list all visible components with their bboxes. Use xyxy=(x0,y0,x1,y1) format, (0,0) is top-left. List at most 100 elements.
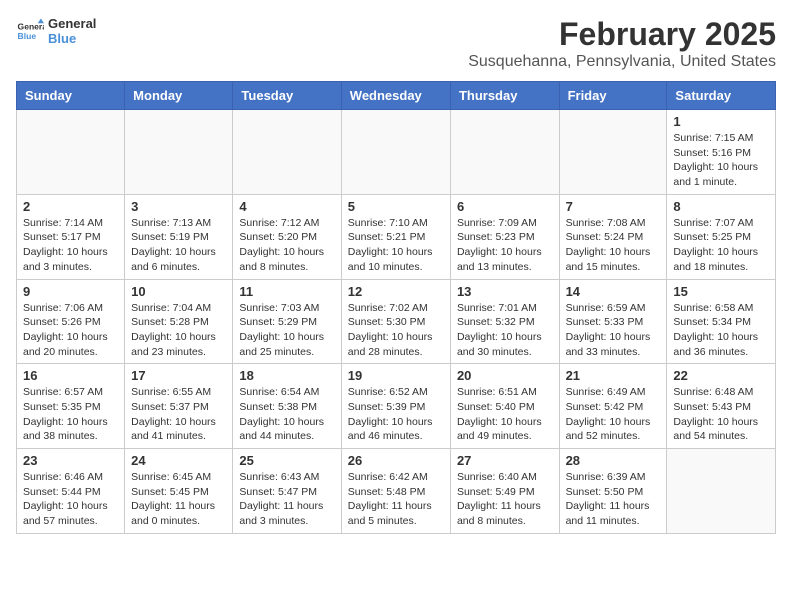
calendar-day-cell: 19 Sunrise: 6:52 AMSunset: 5:39 PMDayligh… xyxy=(341,364,450,449)
calendar-day-cell: 4 Sunrise: 7:12 AMSunset: 5:20 PMDaylight… xyxy=(233,194,341,279)
day-number: 13 xyxy=(457,284,553,299)
calendar-day-cell: 11Sunrise: 7:03 AMSunset: 5:29 PMDayligh… xyxy=(233,279,341,364)
day-info: Sunrise: 6:43 AMSunset: 5:47 PMDaylight:… xyxy=(239,470,334,529)
day-info: Sunrise: 6:40 AMSunset: 5:49 PMDaylight:… xyxy=(457,470,553,529)
weekday-header: Wednesday xyxy=(341,82,450,110)
calendar-day-cell: 25Sunrise: 6:43 AMSunset: 5:47 PMDayligh… xyxy=(233,449,341,534)
calendar-day-cell: 6 Sunrise: 7:09 AMSunset: 5:23 PMDaylight… xyxy=(450,194,559,279)
day-number: 19 xyxy=(348,368,444,383)
day-info: Sunrise: 6:39 AMSunset: 5:50 PMDaylight:… xyxy=(566,470,661,529)
day-number: 23 xyxy=(23,453,118,468)
calendar-week-row: 2 Sunrise: 7:14 AMSunset: 5:17 PMDaylight… xyxy=(17,194,776,279)
day-info: Sunrise: 7:02 AMSunset: 5:30 PMDaylight:… xyxy=(348,301,444,360)
day-number: 18 xyxy=(239,368,334,383)
day-info: Sunrise: 7:10 AMSunset: 5:21 PMDaylight:… xyxy=(348,216,444,275)
day-number: 20 xyxy=(457,368,553,383)
day-info: Sunrise: 7:08 AMSunset: 5:24 PMDaylight:… xyxy=(566,216,661,275)
day-info: Sunrise: 6:49 AMSunset: 5:42 PMDaylight:… xyxy=(566,385,661,444)
day-info: Sunrise: 6:57 AMSunset: 5:35 PMDaylight:… xyxy=(23,385,118,444)
day-info: Sunrise: 7:13 AMSunset: 5:19 PMDaylight:… xyxy=(131,216,226,275)
calendar-day-cell xyxy=(450,110,559,195)
day-number: 27 xyxy=(457,453,553,468)
day-info: Sunrise: 6:48 AMSunset: 5:43 PMDaylight:… xyxy=(673,385,769,444)
top-bar: General Blue General Blue February 2025 … xyxy=(16,16,776,75)
day-number: 2 xyxy=(23,199,118,214)
title-section: February 2025 Susquehanna, Pennsylvania,… xyxy=(468,16,776,71)
day-number: 4 xyxy=(239,199,334,214)
calendar-day-cell: 20 Sunrise: 6:51 AMSunset: 5:40 PMDayligh… xyxy=(450,364,559,449)
generalblue-icon: General Blue xyxy=(16,17,44,45)
day-info: Sunrise: 7:14 AMSunset: 5:17 PMDaylight:… xyxy=(23,216,118,275)
calendar-day-cell: 26 Sunrise: 6:42 AMSunset: 5:48 PMDayligh… xyxy=(341,449,450,534)
day-number: 12 xyxy=(348,284,444,299)
day-info: Sunrise: 6:42 AMSunset: 5:48 PMDaylight:… xyxy=(348,470,444,529)
day-info: Sunrise: 7:15 AMSunset: 5:16 PMDaylight:… xyxy=(673,131,769,190)
calendar-day-cell: 8 Sunrise: 7:07 AMSunset: 5:25 PMDaylight… xyxy=(667,194,776,279)
calendar-day-cell xyxy=(341,110,450,195)
day-info: Sunrise: 6:46 AMSunset: 5:44 PMDaylight:… xyxy=(23,470,118,529)
day-number: 26 xyxy=(348,453,444,468)
day-info: Sunrise: 7:04 AMSunset: 5:28 PMDaylight:… xyxy=(131,301,226,360)
calendar-day-cell: 17 Sunrise: 6:55 AMSunset: 5:37 PMDayligh… xyxy=(125,364,233,449)
calendar-day-cell xyxy=(125,110,233,195)
weekday-header: Monday xyxy=(125,82,233,110)
calendar-day-cell: 15 Sunrise: 6:58 AMSunset: 5:34 PMDayligh… xyxy=(667,279,776,364)
day-info: Sunrise: 7:07 AMSunset: 5:25 PMDaylight:… xyxy=(673,216,769,275)
day-info: Sunrise: 7:06 AMSunset: 5:26 PMDaylight:… xyxy=(23,301,118,360)
logo-general: General xyxy=(48,16,96,31)
logo: General Blue General Blue xyxy=(16,16,96,46)
month-title: February 2025 xyxy=(468,16,776,53)
calendar-day-cell: 1 Sunrise: 7:15 AMSunset: 5:16 PMDaylight… xyxy=(667,110,776,195)
day-info: Sunrise: 6:51 AMSunset: 5:40 PMDaylight:… xyxy=(457,385,553,444)
calendar-week-row: 9 Sunrise: 7:06 AMSunset: 5:26 PMDaylight… xyxy=(17,279,776,364)
day-number: 24 xyxy=(131,453,226,468)
weekday-header: Sunday xyxy=(17,82,125,110)
day-info: Sunrise: 7:03 AMSunset: 5:29 PMDaylight:… xyxy=(239,301,334,360)
day-info: Sunrise: 7:12 AMSunset: 5:20 PMDaylight:… xyxy=(239,216,334,275)
day-number: 21 xyxy=(566,368,661,383)
svg-text:Blue: Blue xyxy=(18,31,37,41)
day-info: Sunrise: 7:01 AMSunset: 5:32 PMDaylight:… xyxy=(457,301,553,360)
calendar-week-row: 23 Sunrise: 6:46 AMSunset: 5:44 PMDayligh… xyxy=(17,449,776,534)
calendar-header-row: SundayMondayTuesdayWednesdayThursdayFrid… xyxy=(17,82,776,110)
calendar-day-cell xyxy=(667,449,776,534)
calendar-day-cell: 13 Sunrise: 7:01 AMSunset: 5:32 PMDayligh… xyxy=(450,279,559,364)
calendar-day-cell xyxy=(559,110,667,195)
day-number: 16 xyxy=(23,368,118,383)
day-number: 1 xyxy=(673,114,769,129)
location-title: Susquehanna, Pennsylvania, United States xyxy=(468,53,776,71)
calendar-day-cell: 27 Sunrise: 6:40 AMSunset: 5:49 PMDayligh… xyxy=(450,449,559,534)
calendar-day-cell: 28 Sunrise: 6:39 AMSunset: 5:50 PMDayligh… xyxy=(559,449,667,534)
day-info: Sunrise: 6:58 AMSunset: 5:34 PMDaylight:… xyxy=(673,301,769,360)
day-number: 28 xyxy=(566,453,661,468)
day-number: 8 xyxy=(673,199,769,214)
calendar-day-cell: 23 Sunrise: 6:46 AMSunset: 5:44 PMDayligh… xyxy=(17,449,125,534)
calendar-day-cell: 22Sunrise: 6:48 AMSunset: 5:43 PMDayligh… xyxy=(667,364,776,449)
calendar-day-cell: 21 Sunrise: 6:49 AMSunset: 5:42 PMDayligh… xyxy=(559,364,667,449)
calendar-day-cell: 24Sunrise: 6:45 AMSunset: 5:45 PMDayligh… xyxy=(125,449,233,534)
calendar-day-cell: 3Sunrise: 7:13 AMSunset: 5:19 PMDaylight… xyxy=(125,194,233,279)
calendar-table: SundayMondayTuesdayWednesdayThursdayFrid… xyxy=(16,81,776,534)
calendar-day-cell xyxy=(17,110,125,195)
calendar-week-row: 1 Sunrise: 7:15 AMSunset: 5:16 PMDaylight… xyxy=(17,110,776,195)
day-number: 15 xyxy=(673,284,769,299)
calendar-day-cell: 5Sunrise: 7:10 AMSunset: 5:21 PMDaylight… xyxy=(341,194,450,279)
calendar-day-cell: 10Sunrise: 7:04 AMSunset: 5:28 PMDayligh… xyxy=(125,279,233,364)
calendar-day-cell: 18Sunrise: 6:54 AMSunset: 5:38 PMDayligh… xyxy=(233,364,341,449)
logo-blue: Blue xyxy=(48,31,96,46)
day-number: 9 xyxy=(23,284,118,299)
calendar-day-cell: 16 Sunrise: 6:57 AMSunset: 5:35 PMDayligh… xyxy=(17,364,125,449)
day-info: Sunrise: 6:52 AMSunset: 5:39 PMDaylight:… xyxy=(348,385,444,444)
day-number: 6 xyxy=(457,199,553,214)
calendar-week-row: 16 Sunrise: 6:57 AMSunset: 5:35 PMDayligh… xyxy=(17,364,776,449)
weekday-header: Thursday xyxy=(450,82,559,110)
weekday-header: Saturday xyxy=(667,82,776,110)
day-number: 17 xyxy=(131,368,226,383)
day-info: Sunrise: 7:09 AMSunset: 5:23 PMDaylight:… xyxy=(457,216,553,275)
day-number: 7 xyxy=(566,199,661,214)
day-number: 14 xyxy=(566,284,661,299)
day-info: Sunrise: 6:55 AMSunset: 5:37 PMDaylight:… xyxy=(131,385,226,444)
calendar-day-cell: 7 Sunrise: 7:08 AMSunset: 5:24 PMDaylight… xyxy=(559,194,667,279)
calendar-day-cell xyxy=(233,110,341,195)
calendar-day-cell: 2 Sunrise: 7:14 AMSunset: 5:17 PMDaylight… xyxy=(17,194,125,279)
